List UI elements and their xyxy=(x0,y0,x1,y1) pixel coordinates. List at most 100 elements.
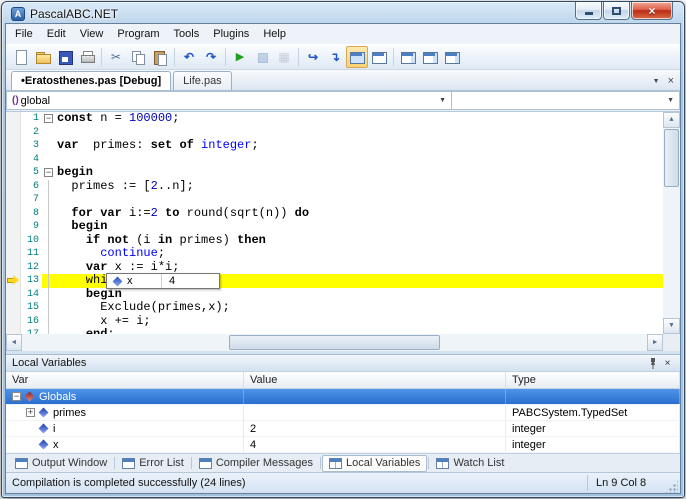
breakpoint-margin[interactable] xyxy=(6,180,21,194)
stop-button[interactable] xyxy=(251,46,273,68)
build-button[interactable]: ▦ xyxy=(273,46,295,68)
panel-tab-watch-list[interactable]: Watch List xyxy=(430,455,510,472)
show-output-panel-button[interactable] xyxy=(397,46,419,68)
fold-margin[interactable] xyxy=(42,274,55,288)
new-file-button[interactable] xyxy=(10,46,32,68)
maximize-button[interactable] xyxy=(603,2,630,20)
panel-tab-local-variables[interactable]: Local Variables xyxy=(322,455,427,472)
vertical-scrollbar[interactable]: ▲ ▼ xyxy=(663,112,680,334)
breakpoint-margin[interactable] xyxy=(6,301,21,315)
fold-margin[interactable] xyxy=(42,126,55,140)
run-button[interactable]: ▶ xyxy=(229,46,251,68)
fold-margin[interactable]: − xyxy=(42,166,55,180)
breakpoint-margin[interactable] xyxy=(6,261,21,275)
breakpoint-margin[interactable] xyxy=(6,112,21,126)
pin-icon[interactable] xyxy=(645,356,660,370)
horizontal-scroll-thumb[interactable] xyxy=(229,335,439,350)
fold-margin[interactable]: − xyxy=(42,112,55,126)
variable-row-x[interactable]: x4integer xyxy=(6,437,680,453)
menu-item-tools[interactable]: Tools xyxy=(167,25,207,43)
breakpoint-margin[interactable] xyxy=(6,288,21,302)
fold-margin[interactable] xyxy=(42,207,55,221)
fold-margin[interactable] xyxy=(42,220,55,234)
panel-tab-separator xyxy=(428,457,429,469)
breakpoint-margin[interactable] xyxy=(6,234,21,248)
fold-margin[interactable] xyxy=(42,315,55,329)
undo-button[interactable]: ↶ xyxy=(178,46,200,68)
step-over-button[interactable]: ↪ xyxy=(302,46,324,68)
menu-item-program[interactable]: Program xyxy=(110,25,166,43)
tab-list-dropdown-button[interactable]: ▼ xyxy=(653,78,660,85)
print-button[interactable] xyxy=(76,46,98,68)
cut-button[interactable]: ✂ xyxy=(105,46,127,68)
breakpoint-margin[interactable] xyxy=(6,207,21,221)
menu-item-edit[interactable]: Edit xyxy=(40,25,73,43)
tab-close-button[interactable]: × xyxy=(668,76,674,87)
tab-eratosthenes[interactable]: •Eratosthenes.pas [Debug] xyxy=(11,71,171,90)
menu-item-view[interactable]: View xyxy=(73,25,111,43)
fold-margin[interactable] xyxy=(42,247,55,261)
variable-row-globals[interactable]: −Globals xyxy=(6,389,680,405)
menu-item-plugins[interactable]: Plugins xyxy=(206,25,256,43)
paste-button[interactable] xyxy=(149,46,171,68)
variable-row-primes[interactable]: +primesPABCSystem.TypedSet xyxy=(6,405,680,421)
fold-margin[interactable] xyxy=(42,193,55,207)
scroll-left-button[interactable]: ◄ xyxy=(6,334,22,351)
toolbar: ✂ ↶↷ ▶ ▦ ↪↴ xyxy=(6,44,680,70)
horizontal-scrollbar[interactable]: ◄ ► xyxy=(6,334,663,351)
breakpoint-margin[interactable] xyxy=(6,315,21,329)
panel-close-icon[interactable]: × xyxy=(660,356,675,370)
fold-collapse-icon[interactable]: − xyxy=(44,114,53,123)
breakpoint-margin[interactable] xyxy=(6,193,21,207)
fold-margin[interactable] xyxy=(42,180,55,194)
tab-life[interactable]: Life.pas xyxy=(173,71,232,90)
copy-button[interactable] xyxy=(127,46,149,68)
local-variables-panel-header[interactable]: Local Variables × xyxy=(6,354,680,372)
scope-value: global xyxy=(21,95,50,107)
open-file-button[interactable] xyxy=(32,46,54,68)
title-bar[interactable]: A PascalABC.NET × xyxy=(5,2,681,23)
panel-tab-error-list[interactable]: Error List xyxy=(116,455,190,472)
scroll-down-button[interactable]: ▼ xyxy=(663,318,680,334)
menu-item-help[interactable]: Help xyxy=(256,25,293,43)
column-header-type[interactable]: Type xyxy=(506,372,680,388)
breakpoint-margin[interactable] xyxy=(6,274,21,288)
vertical-scroll-thumb[interactable] xyxy=(664,129,679,187)
fold-margin[interactable] xyxy=(42,234,55,248)
member-combobox[interactable]: ▼ xyxy=(452,91,680,110)
panel-tab-compiler-messages[interactable]: Compiler Messages xyxy=(193,455,319,472)
save-button[interactable] xyxy=(54,46,76,68)
column-header-var[interactable]: Var xyxy=(6,372,244,388)
fold-collapse-icon[interactable]: − xyxy=(44,168,53,177)
fold-margin[interactable] xyxy=(42,139,55,153)
breakpoint-margin[interactable] xyxy=(6,220,21,234)
scope-combobox[interactable]: () global ▼ xyxy=(6,91,452,110)
show-variables-panel-button[interactable] xyxy=(419,46,441,68)
fold-margin[interactable] xyxy=(42,288,55,302)
toggle-code-window-button[interactable] xyxy=(346,46,368,68)
column-header-value[interactable]: Value xyxy=(244,372,506,388)
breakpoint-margin[interactable] xyxy=(6,139,21,153)
fold-margin[interactable] xyxy=(42,301,55,315)
breakpoint-margin[interactable] xyxy=(6,247,21,261)
fold-margin[interactable] xyxy=(42,153,55,167)
breakpoint-margin[interactable] xyxy=(6,153,21,167)
expander-plus-icon[interactable]: + xyxy=(26,408,35,417)
step-into-button[interactable]: ↴ xyxy=(324,46,346,68)
close-button[interactable]: × xyxy=(631,2,673,20)
breakpoint-margin[interactable] xyxy=(6,126,21,140)
minimize-button[interactable] xyxy=(575,2,602,20)
show-watch-panel-button[interactable] xyxy=(441,46,463,68)
code-editor[interactable]: 1−const n = 100000;23var primes: set of … xyxy=(6,112,680,351)
scroll-right-button[interactable]: ► xyxy=(647,334,663,351)
toggle-form-window-button[interactable] xyxy=(368,46,390,68)
expander-minus-icon[interactable]: − xyxy=(12,392,21,401)
menu-item-file[interactable]: File xyxy=(8,25,40,43)
variable-row-i[interactable]: i2integer xyxy=(6,421,680,437)
breakpoint-margin[interactable] xyxy=(6,166,21,180)
resize-grip[interactable] xyxy=(665,480,678,493)
redo-button[interactable]: ↷ xyxy=(200,46,222,68)
scroll-up-button[interactable]: ▲ xyxy=(663,112,680,128)
fold-margin[interactable] xyxy=(42,261,55,275)
panel-tab-output-window[interactable]: Output Window xyxy=(9,455,113,472)
